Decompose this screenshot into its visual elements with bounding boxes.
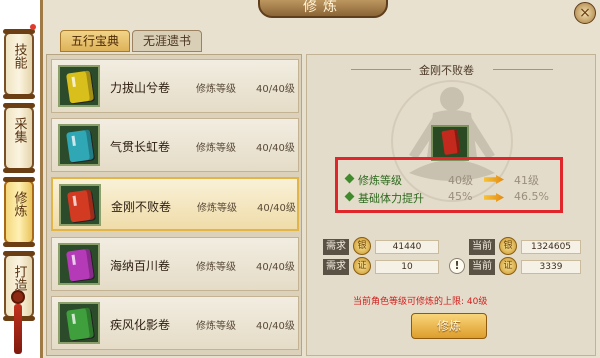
close-button[interactable]: × (574, 2, 596, 24)
detail-panel: 金刚不败卷 修炼等级 40级 41级 基础体力提升 45% 46.5% 需求 银 (306, 54, 596, 356)
tab-wuya-yishu[interactable]: 无涯遗书 (132, 30, 203, 52)
book-list: 力拔山兮卷 修炼等级 40/40级 气贯长虹卷 修炼等级 40/40级 金刚不败… (46, 54, 302, 356)
side-nav-skills[interactable]: 技能 (3, 29, 35, 99)
silver-coin-icon: 银 (499, 237, 517, 255)
arrow-right-icon (484, 193, 504, 202)
token-icon: 证 (499, 257, 517, 275)
yellow-book-icon (66, 70, 94, 104)
level-cap-notice: 当前角色等级可修炼的上限: 40级 (353, 297, 488, 307)
red-book-icon (441, 129, 461, 155)
train-button[interactable]: 修炼 (411, 313, 487, 339)
book-slot (58, 302, 100, 344)
tab-wuxing-baodian[interactable]: 五行宝典 (60, 30, 131, 52)
book-slot (58, 243, 100, 285)
divider (351, 69, 411, 70)
window-title: 修炼 (258, 0, 388, 18)
book-slot (59, 184, 101, 226)
list-item[interactable]: 力拔山兮卷 修炼等级 40/40级 (51, 59, 299, 113)
list-item[interactable]: 气贯长虹卷 修炼等级 40/40级 (51, 118, 299, 172)
book-slot (58, 65, 100, 107)
red-book-icon (67, 189, 95, 223)
diamond-bullet-icon (344, 173, 355, 184)
arrow-right-icon (484, 175, 504, 184)
list-item-selected[interactable]: 金刚不败卷 修炼等级 40/40级 (51, 177, 299, 231)
selected-book-slot (431, 125, 469, 161)
notification-dot (30, 24, 36, 30)
stat-row-level: 修炼等级 40级 41级 (344, 172, 556, 188)
exclamation-icon[interactable]: ! (449, 258, 465, 274)
list-item[interactable]: 疾风化影卷 修炼等级 40/40级 (51, 296, 299, 350)
side-nav: 技能 采集 修炼 打造 (0, 18, 42, 358)
diamond-bullet-icon (344, 191, 355, 202)
side-nav-cultivate[interactable]: 修炼 (3, 177, 35, 247)
tassel-knot (11, 290, 25, 304)
green-book-icon (66, 307, 94, 341)
stats-highlight-box: 修炼等级 40级 41级 基础体力提升 45% 46.5% (335, 157, 563, 213)
purple-book-icon (66, 248, 94, 282)
book-slot (58, 124, 100, 166)
side-nav-gather[interactable]: 采集 (3, 103, 35, 173)
requirement-row-silver: 需求 银 41440 当前 银 1324605 (323, 237, 583, 257)
divider (493, 69, 553, 70)
tassel-decoration (14, 304, 22, 354)
silver-coin-icon: 银 (353, 237, 371, 255)
stat-row-stamina: 基础体力提升 45% 46.5% (344, 190, 556, 206)
list-item[interactable]: 海纳百川卷 修炼等级 40/40级 (51, 237, 299, 291)
cyan-book-icon (66, 129, 94, 163)
token-icon: 证 (353, 257, 371, 275)
requirement-row-token: 需求 证 10 ! 当前 证 3339 (323, 257, 583, 277)
detail-title: 金刚不败卷 (419, 64, 474, 77)
